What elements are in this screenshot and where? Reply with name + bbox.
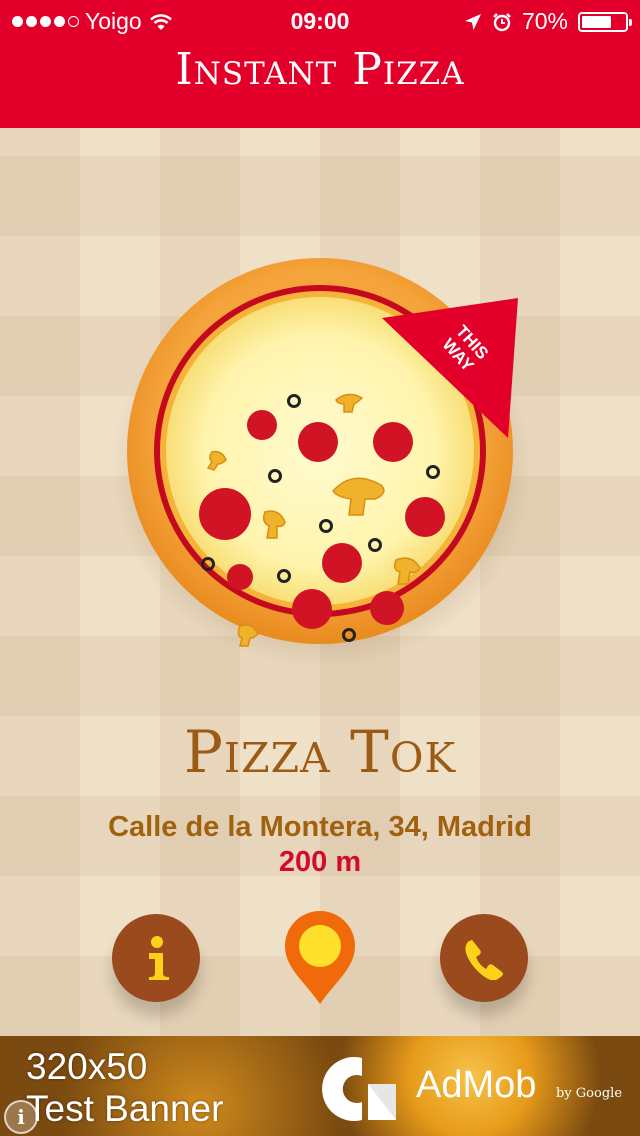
pizza-compass: THIS WAY	[100, 208, 560, 668]
location-arrow-icon	[464, 13, 481, 30]
ad-info-icon[interactable]: i	[4, 1100, 38, 1134]
app-title: Instant Pizza	[175, 44, 465, 95]
alarm-icon	[493, 12, 511, 31]
ad-by-google: by Google	[556, 1086, 623, 1101]
ad-brand: AdMob	[416, 1064, 537, 1106]
info-icon	[149, 936, 169, 980]
place-name: Pizza Tok	[183, 718, 457, 786]
battery-icon	[578, 11, 632, 32]
ad-size-label: 320x50	[26, 1046, 148, 1087]
place-distance: 200 m	[278, 846, 362, 878]
info-button[interactable]	[112, 914, 200, 1002]
ad-text: 320x50 Test Banner	[26, 1046, 223, 1130]
battery-percent: 70%	[521, 8, 568, 34]
map-pin-button[interactable]	[283, 910, 357, 1006]
main-content: THIS WAY Pizza Tok Calle de la Montera, …	[0, 128, 640, 1036]
battery-fill	[582, 15, 612, 28]
app-header: Yoigo 09:00 70% Instant Pizza	[0, 0, 640, 128]
place-address: Calle de la Montera, 34, Madrid	[108, 811, 532, 843]
ad-banner[interactable]: 320x50 Test Banner AdMob by Google i	[0, 1036, 640, 1136]
ad-test-label: Test Banner	[26, 1088, 224, 1129]
status-bar: Yoigo 09:00 70%	[0, 0, 640, 40]
admob-logo-icon	[322, 1057, 396, 1121]
phone-icon	[465, 940, 503, 980]
pizza-illustration: THIS WAY	[112, 258, 532, 668]
call-button[interactable]	[440, 914, 528, 1002]
status-right: 70%	[464, 8, 632, 35]
